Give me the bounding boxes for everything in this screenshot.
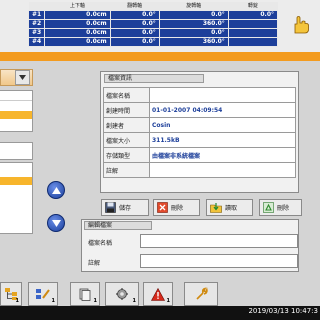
edit-file-title: 編輯檔案 bbox=[84, 221, 152, 230]
info-row: 檔案大小 311.5kB bbox=[103, 132, 296, 148]
save-button-label: 儲存 bbox=[119, 205, 132, 212]
axis-row: #2 0.0cm 0.0° 360.0° bbox=[27, 18, 279, 29]
remove-button-label: 刪除 bbox=[277, 205, 290, 212]
axis-header: 轉錠 bbox=[228, 2, 278, 10]
file-info-title: 檔案資訊 bbox=[104, 74, 204, 83]
hand-pointer-icon[interactable] bbox=[290, 15, 312, 35]
info-value: Cosin bbox=[149, 117, 296, 133]
axis-cell: 0.0cm bbox=[44, 18, 111, 29]
file-name-label: 檔案名稱 bbox=[88, 240, 113, 247]
delete-file-button-label: 刪除 bbox=[171, 205, 184, 212]
axis-cell: 0.0° bbox=[158, 27, 229, 38]
info-label: 檔案名稱 bbox=[103, 87, 150, 103]
floppy-disk-icon bbox=[105, 202, 116, 213]
axis-cell: 0.0° bbox=[109, 9, 160, 20]
axis-header: 翻轉軸 bbox=[110, 2, 160, 10]
axis-row-id: #3 bbox=[27, 27, 46, 38]
axis-cell bbox=[227, 18, 279, 29]
axis-cell: 360.0° bbox=[158, 18, 229, 29]
maintenance-button[interactable] bbox=[184, 282, 218, 306]
remove-button[interactable]: 刪除 bbox=[259, 199, 302, 216]
delete-file-icon bbox=[157, 202, 168, 213]
axis-cell bbox=[227, 36, 279, 47]
toolbar-badge: 1 bbox=[15, 298, 19, 304]
edit-program-icon bbox=[36, 289, 50, 299]
info-value: 由檔案非系統檔案 bbox=[149, 147, 296, 163]
axis-cell: 0.0cm bbox=[44, 27, 111, 38]
axis-cell bbox=[227, 27, 279, 38]
info-value: 311.5kB bbox=[149, 132, 296, 148]
note-input[interactable] bbox=[140, 254, 298, 268]
info-label: 檔案大小 bbox=[103, 132, 150, 148]
toolbar-badge: 1 bbox=[93, 298, 97, 304]
axis-cell: 0.0cm bbox=[44, 9, 111, 20]
info-value bbox=[149, 162, 296, 178]
list-item-selected[interactable] bbox=[0, 111, 32, 119]
wrench-icon bbox=[196, 287, 208, 300]
axis-cell: 0.0cm bbox=[44, 36, 111, 47]
arrow-up-icon bbox=[51, 186, 61, 194]
list-item-selected[interactable] bbox=[0, 177, 32, 185]
axis-table: 上下軸 翻轉軸 旋轉軸 轉錠 #1 0.0cm 0.0° 0.0° 0.0° #… bbox=[27, 2, 279, 47]
settings-gear-icon bbox=[116, 288, 128, 300]
alarm-button[interactable]: 1 bbox=[143, 282, 173, 306]
info-value: 01-01-2007 04:09:54 bbox=[149, 102, 296, 118]
info-row: 創建時間 01-01-2007 04:09:54 bbox=[103, 102, 296, 118]
toolbar-badge: 1 bbox=[166, 298, 170, 304]
axis-row-id: #4 bbox=[27, 36, 46, 47]
info-label: 註解 bbox=[103, 162, 150, 178]
axis-cell: 360.0° bbox=[158, 36, 229, 47]
save-button[interactable]: 儲存 bbox=[101, 199, 149, 216]
file-list[interactable] bbox=[0, 162, 33, 234]
scroll-up-button[interactable] bbox=[47, 181, 65, 199]
list-item[interactable] bbox=[0, 93, 32, 101]
axis-header: 上下軸 bbox=[44, 2, 111, 10]
info-row: 創建者 Cosin bbox=[103, 117, 296, 133]
axis-row: #3 0.0cm 0.0° 0.0° bbox=[27, 27, 279, 38]
toolbar-button-3[interactable]: 1 bbox=[70, 282, 100, 306]
file-name-input[interactable] bbox=[140, 234, 298, 248]
load-button-label: 讀取 bbox=[225, 205, 238, 212]
axis-cell: 0.0° bbox=[158, 9, 229, 20]
axis-row-id: #2 bbox=[27, 18, 46, 29]
info-row: 存儲類型 由檔案非系統檔案 bbox=[103, 147, 296, 163]
arrow-down-icon bbox=[51, 219, 61, 227]
toolbar-button-2[interactable]: 1 bbox=[28, 282, 58, 306]
axis-cell: 0.0° bbox=[109, 27, 160, 38]
document-stack-icon bbox=[79, 288, 91, 301]
file-info-table: 檔案名稱 創建時間 01-01-2007 04:09:54 創建者 Cosin … bbox=[103, 87, 296, 178]
note-label: 註解 bbox=[88, 260, 101, 267]
info-row: 註解 bbox=[103, 162, 296, 178]
scroll-down-button[interactable] bbox=[47, 214, 65, 232]
info-label: 創建者 bbox=[103, 117, 150, 133]
toolbar-badge: 1 bbox=[51, 298, 55, 304]
toolbar-button-4[interactable]: 1 bbox=[105, 282, 139, 306]
axis-cell: 0.0° bbox=[227, 9, 279, 20]
axis-cell: 0.0° bbox=[109, 18, 160, 29]
path-field bbox=[0, 142, 33, 160]
axis-header: 旋轉軸 bbox=[159, 2, 229, 10]
delete-file-button[interactable]: 刪除 bbox=[153, 199, 200, 216]
axis-cell: 0.0° bbox=[109, 36, 160, 47]
toolbar-button-1[interactable]: 1 bbox=[0, 282, 22, 306]
toolbar-badge: 1 bbox=[132, 298, 136, 304]
folder-list[interactable] bbox=[0, 90, 33, 132]
info-value bbox=[149, 87, 296, 103]
axis-row: #1 0.0cm 0.0° 0.0° 0.0° bbox=[27, 9, 279, 20]
axis-row-id: #1 bbox=[27, 9, 46, 20]
axis-row: #4 0.0cm 0.0° 360.0° bbox=[27, 36, 279, 47]
load-button[interactable]: 讀取 bbox=[206, 199, 253, 216]
warning-icon bbox=[151, 287, 165, 301]
chevron-down-icon bbox=[19, 75, 26, 80]
info-label: 創建時間 bbox=[103, 102, 150, 118]
info-label: 存儲類型 bbox=[103, 147, 150, 163]
folder-open-icon bbox=[210, 203, 222, 213]
dropdown-arrow-button[interactable] bbox=[15, 70, 30, 85]
clock-display: 2019/03/13 10:47:3 bbox=[248, 307, 318, 315]
accent-band bbox=[0, 52, 320, 61]
recycle-icon bbox=[263, 202, 274, 213]
info-row: 檔案名稱 bbox=[103, 87, 296, 103]
